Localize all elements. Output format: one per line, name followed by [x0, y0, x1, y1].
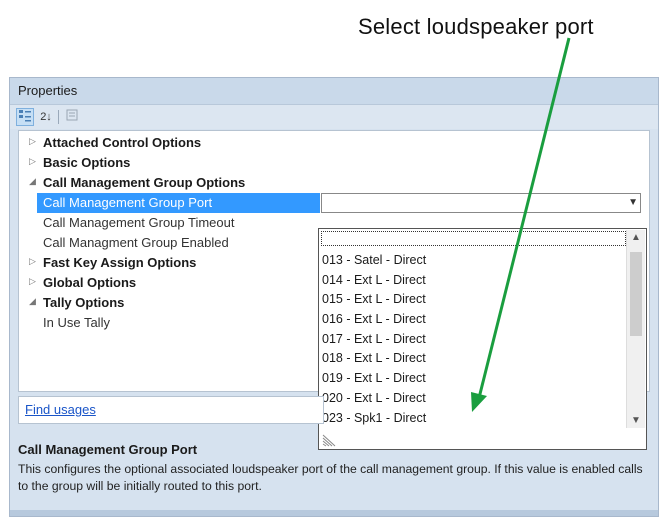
arrow-shaft: [477, 37, 571, 399]
annotation-arrow: [471, 37, 571, 412]
arrow-head: [471, 392, 487, 412]
